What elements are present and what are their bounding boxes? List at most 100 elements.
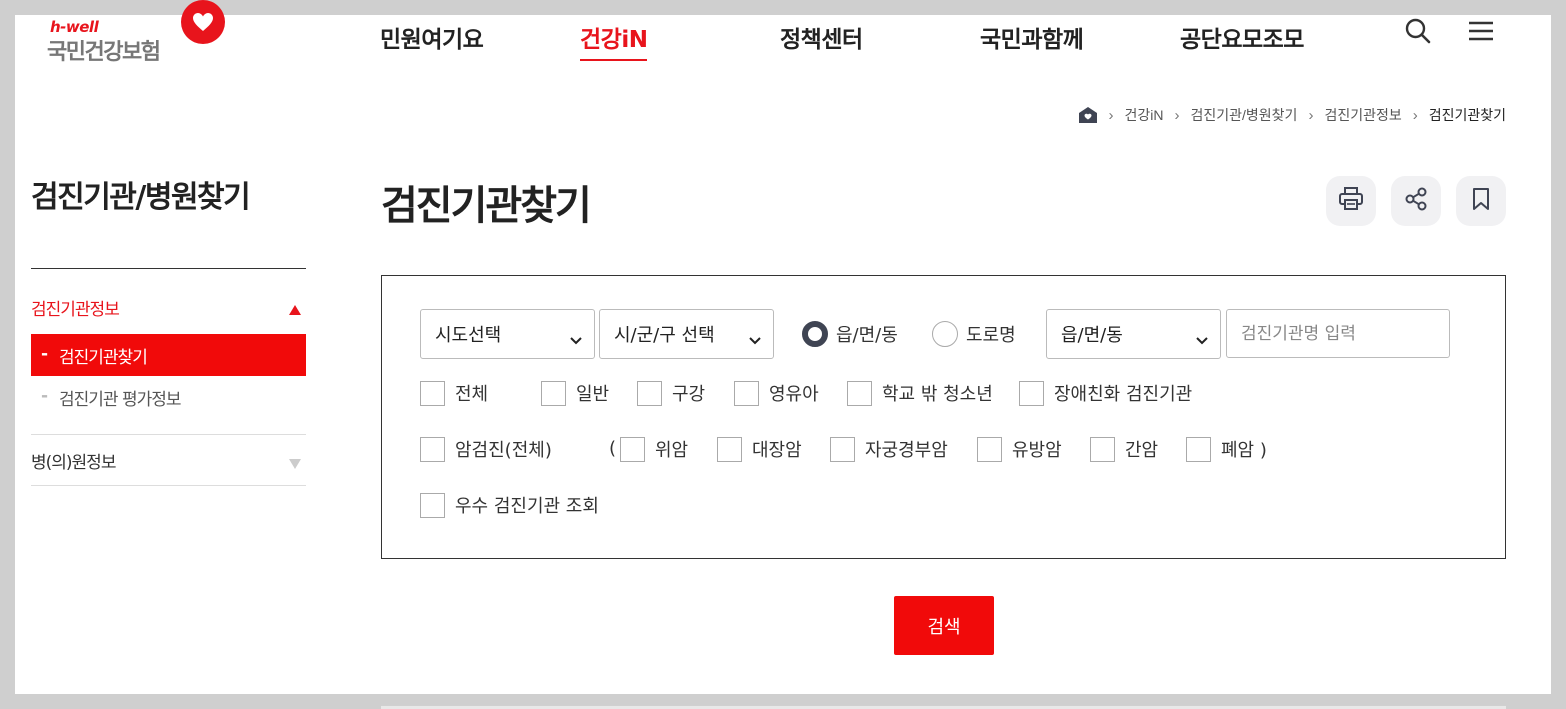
lnb-sub-institution-find[interactable]: - 검진기관찾기 (31, 334, 306, 376)
radio-dong[interactable]: 읍/면/동 (802, 321, 898, 347)
radio-circle-checked[interactable] (802, 321, 828, 347)
lnb-sub-evaluation-info[interactable]: - 검진기관 평가정보 (31, 376, 306, 418)
checkbox-lung[interactable]: 폐암 ) (1186, 436, 1267, 462)
checkbox-label: 간암 (1125, 440, 1159, 461)
gnb-item-together[interactable]: 국민과함께 (980, 20, 1084, 54)
checkbox-liver[interactable]: 간암 (1090, 436, 1158, 462)
institution-name-input[interactable] (1226, 309, 1450, 358)
breadcrumb-separator: › (1108, 106, 1114, 124)
dong-select[interactable]: 읍/면/동 (1046, 309, 1221, 359)
paren-open: ( (609, 438, 617, 459)
lnb-sub-label: 검진기관 평가정보 (59, 389, 182, 410)
checkbox-label: 대장암 (752, 440, 802, 461)
breadcrumb-item-institution-info[interactable]: 검진기관정보 (1324, 105, 1401, 125)
logo-name: 국민건강보험 (47, 40, 161, 65)
gnb-item-about[interactable]: 공단요모조모 (1180, 20, 1304, 54)
checkbox-label: 폐암 ) (1221, 440, 1267, 461)
checkbox-box[interactable] (1090, 436, 1115, 462)
checkbox-box[interactable] (420, 436, 445, 462)
checkbox-box[interactable] (1019, 380, 1044, 406)
checkbox-all[interactable]: 전체 (420, 380, 488, 406)
page-title: 검진기관찾기 (381, 183, 592, 229)
radio-circle[interactable] (932, 321, 958, 347)
breadcrumb: › 건강iN › 검진기관/병원찾기 › 검진기관정보 › 검진기관찾기 (1078, 103, 1506, 127)
checkbox-label: 일반 (576, 384, 610, 405)
home-icon[interactable] (1078, 106, 1098, 124)
checkbox-label: 우수 검진기관 조회 (455, 496, 599, 517)
radio-label: 도로명 (966, 325, 1016, 346)
print-button[interactable] (1326, 176, 1376, 226)
lnb-title: 검진기관/병원찾기 (31, 180, 251, 215)
triangle-down-icon (288, 455, 302, 475)
checkbox-label: 학교 밖 청소년 (882, 384, 993, 405)
checkbox-excellent[interactable]: 우수 검진기관 조회 (420, 492, 599, 518)
checkbox-box[interactable] (847, 380, 872, 406)
radio-road[interactable]: 도로명 (932, 321, 1016, 347)
search-icon[interactable] (1405, 18, 1431, 48)
checkbox-dental[interactable]: 구강 (637, 380, 705, 406)
checkbox-breast[interactable]: 유방암 (977, 436, 1062, 462)
checkbox-label: 암검진(전체) (455, 440, 552, 461)
bookmark-icon (1468, 186, 1494, 216)
checkbox-infant[interactable]: 영유아 (734, 380, 819, 406)
checkbox-box[interactable] (620, 436, 645, 462)
dong-select-value: 읍/면/동 (1061, 325, 1123, 346)
checkbox-label: 위암 (655, 440, 689, 461)
checkbox-box[interactable] (830, 436, 855, 462)
next-section-edge (381, 705, 1506, 709)
breadcrumb-separator: › (1308, 106, 1314, 124)
checkbox-box[interactable] (637, 380, 662, 406)
checkbox-label: 전체 (455, 384, 489, 405)
chevron-down-icon (749, 329, 761, 350)
breadcrumb-item-hospital-find[interactable]: 검진기관/병원찾기 (1191, 105, 1298, 125)
sido-select-value: 시도선택 (435, 325, 502, 346)
bookmark-button[interactable] (1456, 176, 1506, 226)
breadcrumb-separator: › (1412, 106, 1418, 124)
heart-logo-icon (181, 0, 225, 44)
checkbox-box[interactable] (420, 380, 445, 406)
sigungu-select-value: 시/군/구 선택 (614, 325, 715, 346)
share-button[interactable] (1391, 176, 1441, 226)
dash-icon: - (41, 386, 48, 406)
radio-label: 읍/면/동 (836, 325, 898, 346)
gnb-item-civil[interactable]: 민원여기요 (380, 20, 484, 54)
checkbox-label: 유방암 (1012, 440, 1062, 461)
sido-select[interactable]: 시도선택 (420, 309, 595, 359)
triangle-up-icon (288, 301, 302, 321)
checkbox-label: 장애친화 검진기관 (1054, 384, 1193, 405)
print-icon (1338, 186, 1364, 216)
checkbox-out-of-school[interactable]: 학교 밖 청소년 (847, 380, 993, 406)
checkbox-disability-friendly[interactable]: 장애친화 검진기관 (1019, 380, 1192, 406)
checkbox-box[interactable] (734, 380, 759, 406)
checkbox-box[interactable] (977, 436, 1002, 462)
checkbox-label: 영유아 (769, 384, 819, 405)
search-button[interactable]: 검색 (894, 596, 994, 655)
sigungu-select[interactable]: 시/군/구 선택 (599, 309, 774, 359)
lnb-group-clinic-info[interactable]: 병(의)원정보 (31, 434, 306, 486)
lnb-sub-label: 검진기관찾기 (59, 347, 148, 368)
gnb-item-policy[interactable]: 정책센터 (780, 20, 863, 54)
checkbox-box[interactable] (420, 492, 445, 518)
checkbox-box[interactable] (1186, 436, 1211, 462)
checkbox-cervical[interactable]: 자궁경부암 (830, 436, 948, 462)
gnb-item-health-in[interactable]: 건강iN (580, 20, 648, 61)
lnb-group-label: 검진기관정보 (31, 299, 120, 320)
menu-icon[interactable] (1468, 18, 1494, 48)
share-icon (1403, 186, 1429, 216)
lnb-group-institution-info[interactable]: 검진기관정보 (31, 285, 306, 329)
breadcrumb-current: 검진기관찾기 (1428, 107, 1506, 123)
page: h-well 국민건강보험 민원여기요 건강iN 정책센터 국민과함께 공단요모… (15, 0, 1551, 694)
chevron-down-icon (570, 329, 582, 350)
checkbox-general[interactable]: 일반 (541, 380, 609, 406)
checkbox-colon[interactable]: 대장암 (717, 436, 802, 462)
lnb-group-label: 병(의)원정보 (31, 452, 116, 473)
breadcrumb-item-health-in[interactable]: 건강iN (1125, 105, 1164, 125)
checkbox-box[interactable] (717, 436, 742, 462)
checkbox-cancer-all[interactable]: 암검진(전체) (420, 436, 552, 462)
chevron-down-icon (1196, 329, 1208, 350)
checkbox-stomach[interactable]: 위암 (620, 436, 688, 462)
site-logo[interactable]: h-well 국민건강보험 (31, 0, 225, 65)
search-form: 시도선택 시/군/구 선택 읍/면/동 도로명 읍/면/동 검진기관명 입력 전… (381, 275, 1506, 559)
lnb-divider (31, 268, 306, 269)
checkbox-box[interactable] (541, 380, 566, 406)
